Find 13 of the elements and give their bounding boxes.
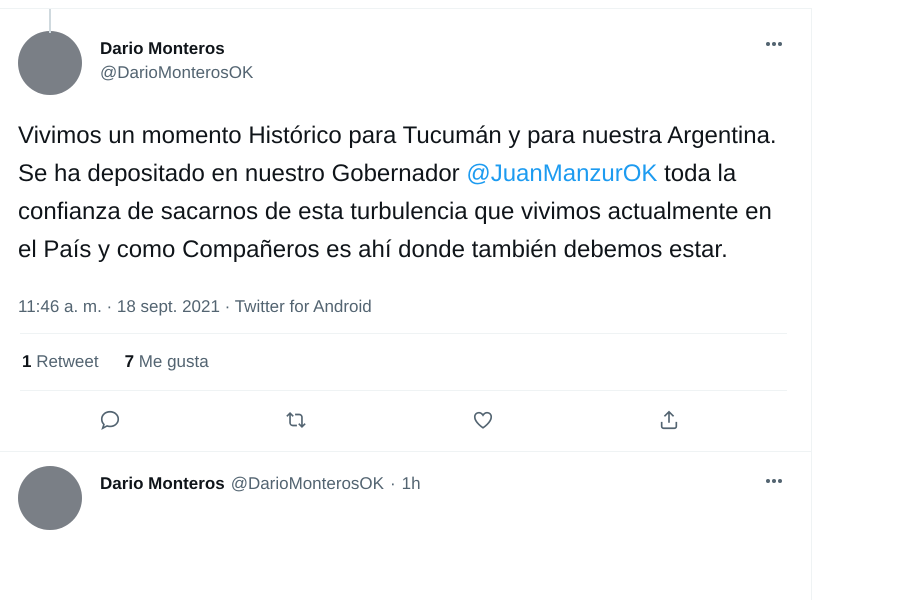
author-handle[interactable]: @DarioMonterosOK (230, 474, 384, 494)
tweet-text: Vivimos un momento Histórico para Tucumán y para nuestra Argentina. Se ha depositado en nuestro Gobernador @JuanManzurOK toda la confianza de sacarnos de esta turbulencia que vivimos actualmente en el País y como Compañeros es ahí donde también debemos estar. (18, 121, 778, 265)
author-handle[interactable]: @DarioMonterosOK (100, 63, 254, 83)
reply-icon[interactable] (99, 409, 122, 431)
tweet-meta: 11:46 a. m. · 18 sept. 2021 · Twitter for Android (18, 297, 373, 317)
retweet-icon[interactable] (284, 409, 308, 431)
author-name[interactable]: Dario Monteros (100, 39, 254, 59)
thread-line (49, 9, 51, 33)
separator-dot: · (390, 474, 396, 494)
stat-link[interactable]: 1 Retweet (22, 352, 99, 372)
author-name[interactable]: Dario Monteros (100, 474, 225, 494)
tweet-time[interactable]: 1h (402, 474, 421, 494)
stat-link[interactable]: 7 Me gusta (124, 352, 209, 372)
